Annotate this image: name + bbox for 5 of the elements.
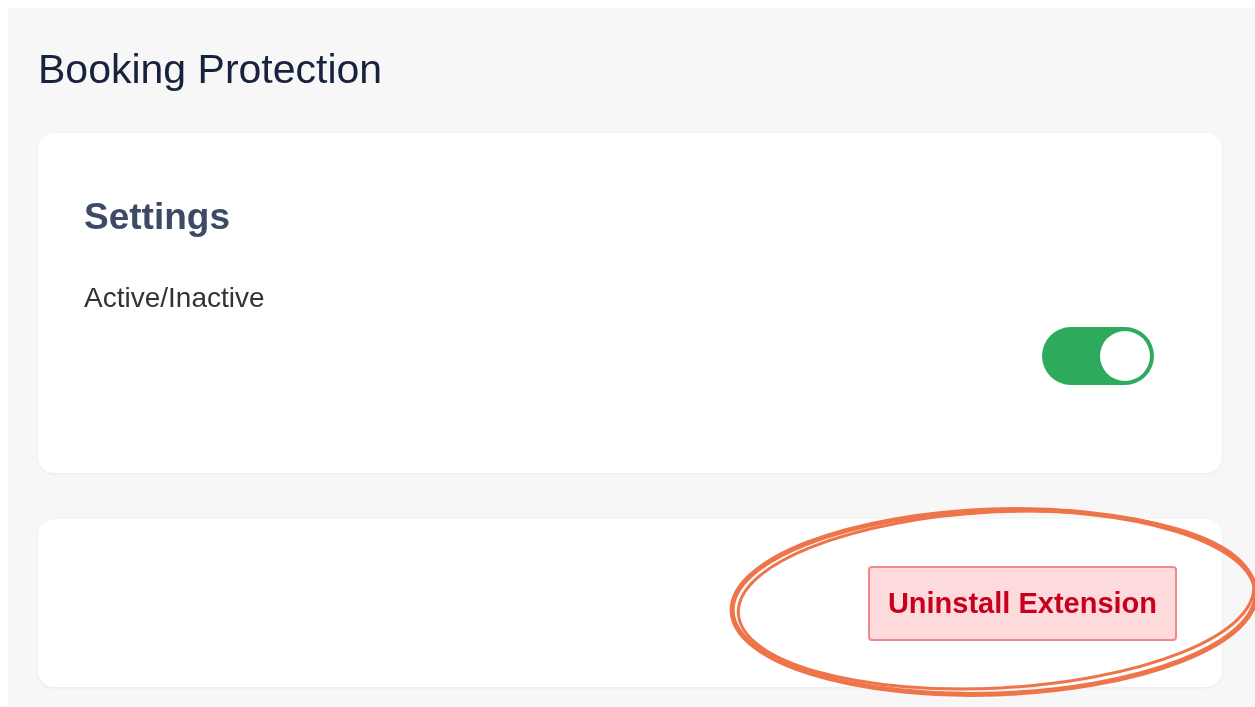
page-title: Booking Protection xyxy=(38,45,384,94)
uninstall-button[interactable]: Uninstall Extension xyxy=(867,565,1177,641)
toggle-label: Active/Inactive xyxy=(84,281,266,315)
card-heading: Settings xyxy=(84,195,231,239)
toggle-switch[interactable] xyxy=(1042,327,1154,385)
